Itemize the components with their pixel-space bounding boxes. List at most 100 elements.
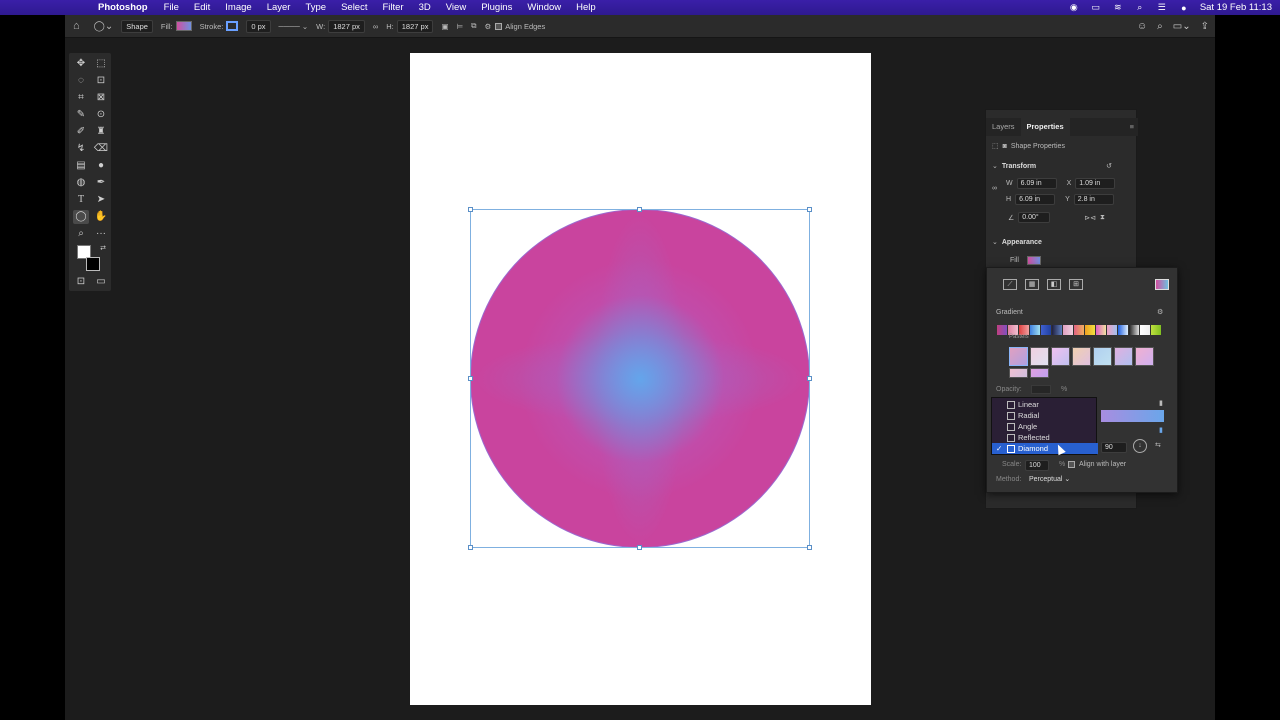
menu-help[interactable]: Help [576,2,596,13]
share-user-icon[interactable]: ☺ [1137,21,1147,32]
pen-tool-icon[interactable]: ✒ [93,176,109,190]
height-input[interactable]: 6.09 in [1015,194,1056,205]
share-icon[interactable]: ⇪ [1201,21,1209,32]
search-icon[interactable]: ⌕ [1134,2,1146,13]
y-input[interactable]: 2.8 in [1073,194,1114,205]
handle-bottom[interactable] [637,545,642,550]
option-reflected[interactable]: Reflected [992,432,1098,443]
path-arrangement-icon[interactable]: ⧉ [471,21,476,31]
pastel-gradient-thumb[interactable] [1051,347,1070,366]
preset-swatch[interactable] [1052,325,1062,335]
preset-swatch[interactable] [1063,325,1073,335]
creative-cloud-icon[interactable]: ◉ [1068,2,1080,13]
tab-layers[interactable]: Layers [986,118,1021,136]
handle-left[interactable] [468,376,473,381]
pastel-gradient-thumb[interactable] [1030,368,1049,378]
preset-swatch[interactable] [1140,325,1150,335]
dodge-tool-icon[interactable]: ◍ [73,176,89,190]
gradient-icon[interactable]: ◧ [1047,279,1061,290]
blur-tool-icon[interactable]: ● [93,159,109,173]
link-icon[interactable]: ∞ [373,22,378,31]
path-selection-tool-icon[interactable]: ➤ [93,193,109,207]
handle-top[interactable] [637,207,642,212]
shape-mode-select[interactable]: Shape [121,19,153,33]
align-edges-checkbox[interactable] [495,22,503,30]
fill-swatch[interactable] [175,21,192,31]
gradient-tool-icon[interactable]: ▤ [73,159,89,173]
scale-input[interactable]: 100 [1025,460,1049,471]
clock[interactable]: Sat 19 Feb 11:13 [1200,2,1272,13]
preset-swatch[interactable] [1129,325,1139,335]
marquee-tool-icon[interactable]: ⬚ [93,57,109,71]
pastels-folder-label[interactable]: Pastels [1009,334,1029,340]
gradient-bar[interactable] [1101,410,1164,422]
battery-icon[interactable]: ▭ [1090,2,1102,13]
opacity-input[interactable] [1031,385,1051,394]
chevron-down-icon-appearance[interactable]: ⌄ [992,238,998,246]
chevron-down-icon[interactable]: ⌄ [992,162,998,170]
pastel-gradient-thumb[interactable] [1072,347,1091,366]
menu-layer[interactable]: Layer [267,2,291,13]
preset-swatch[interactable] [1151,325,1161,335]
x-input[interactable]: 1.09 in [1075,178,1116,189]
move-tool-icon[interactable]: ✥ [73,57,89,71]
menu-image[interactable]: Image [225,2,251,13]
link-dimensions-icon[interactable]: ∞ [992,185,997,192]
screen-mode-icon[interactable]: ▭ [93,275,109,289]
angle-input[interactable]: 0.00° [1018,212,1051,223]
transform-bounding-box[interactable] [470,209,810,548]
stroke-width-field[interactable]: 0 px [246,19,271,33]
gradient-settings-icon[interactable]: ⚙ [1157,308,1163,316]
menu-select[interactable]: Select [341,2,367,13]
method-select[interactable]: Perceptual ⌄ [1029,475,1070,483]
preset-swatch[interactable] [1085,325,1095,335]
mask-mode-icon[interactable]: ◙ [1003,143,1007,150]
stroke-type-select[interactable]: ──── ⌄ [279,22,309,31]
tab-properties[interactable]: Properties [1020,118,1070,136]
angle-dial-icon[interactable]: ↓ [1133,439,1147,453]
menu-filter[interactable]: Filter [382,2,403,13]
gear-icon[interactable]: ⚙ [484,22,491,31]
opacity-stop-icon[interactable]: ▮ [1159,399,1163,407]
control-center-icon[interactable]: ☰ [1156,2,1168,13]
pastel-gradient-thumb[interactable] [1093,347,1112,366]
search-icon-app[interactable]: ⌕ [1157,21,1163,32]
fill-swatch-props[interactable] [1026,256,1041,265]
pattern-icon[interactable]: ⊞ [1069,279,1083,290]
menu-3d[interactable]: 3D [419,2,431,13]
preset-swatch[interactable] [1107,325,1117,335]
menu-edit[interactable]: Edit [194,2,210,13]
zoom-tool-icon[interactable]: ⌕ [73,227,89,241]
history-brush-tool-icon[interactable]: ↯ [73,142,89,156]
transform-mode-icon[interactable]: ⬚ [992,142,999,150]
preset-swatch[interactable] [1074,325,1084,335]
brush-tool-icon[interactable]: ✐ [73,125,89,139]
type-tool-icon[interactable]: T [73,193,89,207]
menu-file[interactable]: File [164,2,179,13]
option-diamond[interactable]: ✓ Diamond [992,443,1098,454]
menu-type[interactable]: Type [305,2,326,13]
align-with-layer-checkbox[interactable] [1068,461,1075,468]
handle-bottom-right[interactable] [807,545,812,550]
spot-healing-tool-icon[interactable]: ⊙ [93,108,109,122]
height-field[interactable]: 1827 px [396,19,434,33]
crop-tool-icon[interactable]: ⌗ [73,91,89,105]
wifi-icon[interactable]: ≋ [1112,2,1124,13]
menu-window[interactable]: Window [527,2,561,13]
quick-mask-icon[interactable]: ⊡ [73,275,89,289]
path-alignment-icon[interactable]: ⊨ [457,22,464,31]
app-name-menu[interactable]: Photoshop [98,2,148,13]
option-radial[interactable]: Radial [992,410,1098,421]
eraser-tool-icon[interactable]: ⌫ [93,142,109,156]
menu-plugins[interactable]: Plugins [481,2,512,13]
swap-colors-icon[interactable]: ⇄ [95,242,111,256]
clone-stamp-tool-icon[interactable]: ♜ [93,125,109,139]
angle-value-input[interactable]: 90 [1101,442,1127,453]
option-linear[interactable]: Linear [992,399,1098,410]
handle-right[interactable] [807,376,812,381]
more-tools-icon[interactable]: ··· [93,227,109,241]
color-picker-icon[interactable] [1155,279,1169,290]
preset-swatch[interactable] [1030,325,1040,335]
ellipse-tool-icon[interactable]: ◯ [73,210,89,224]
preset-swatch[interactable] [1041,325,1051,335]
